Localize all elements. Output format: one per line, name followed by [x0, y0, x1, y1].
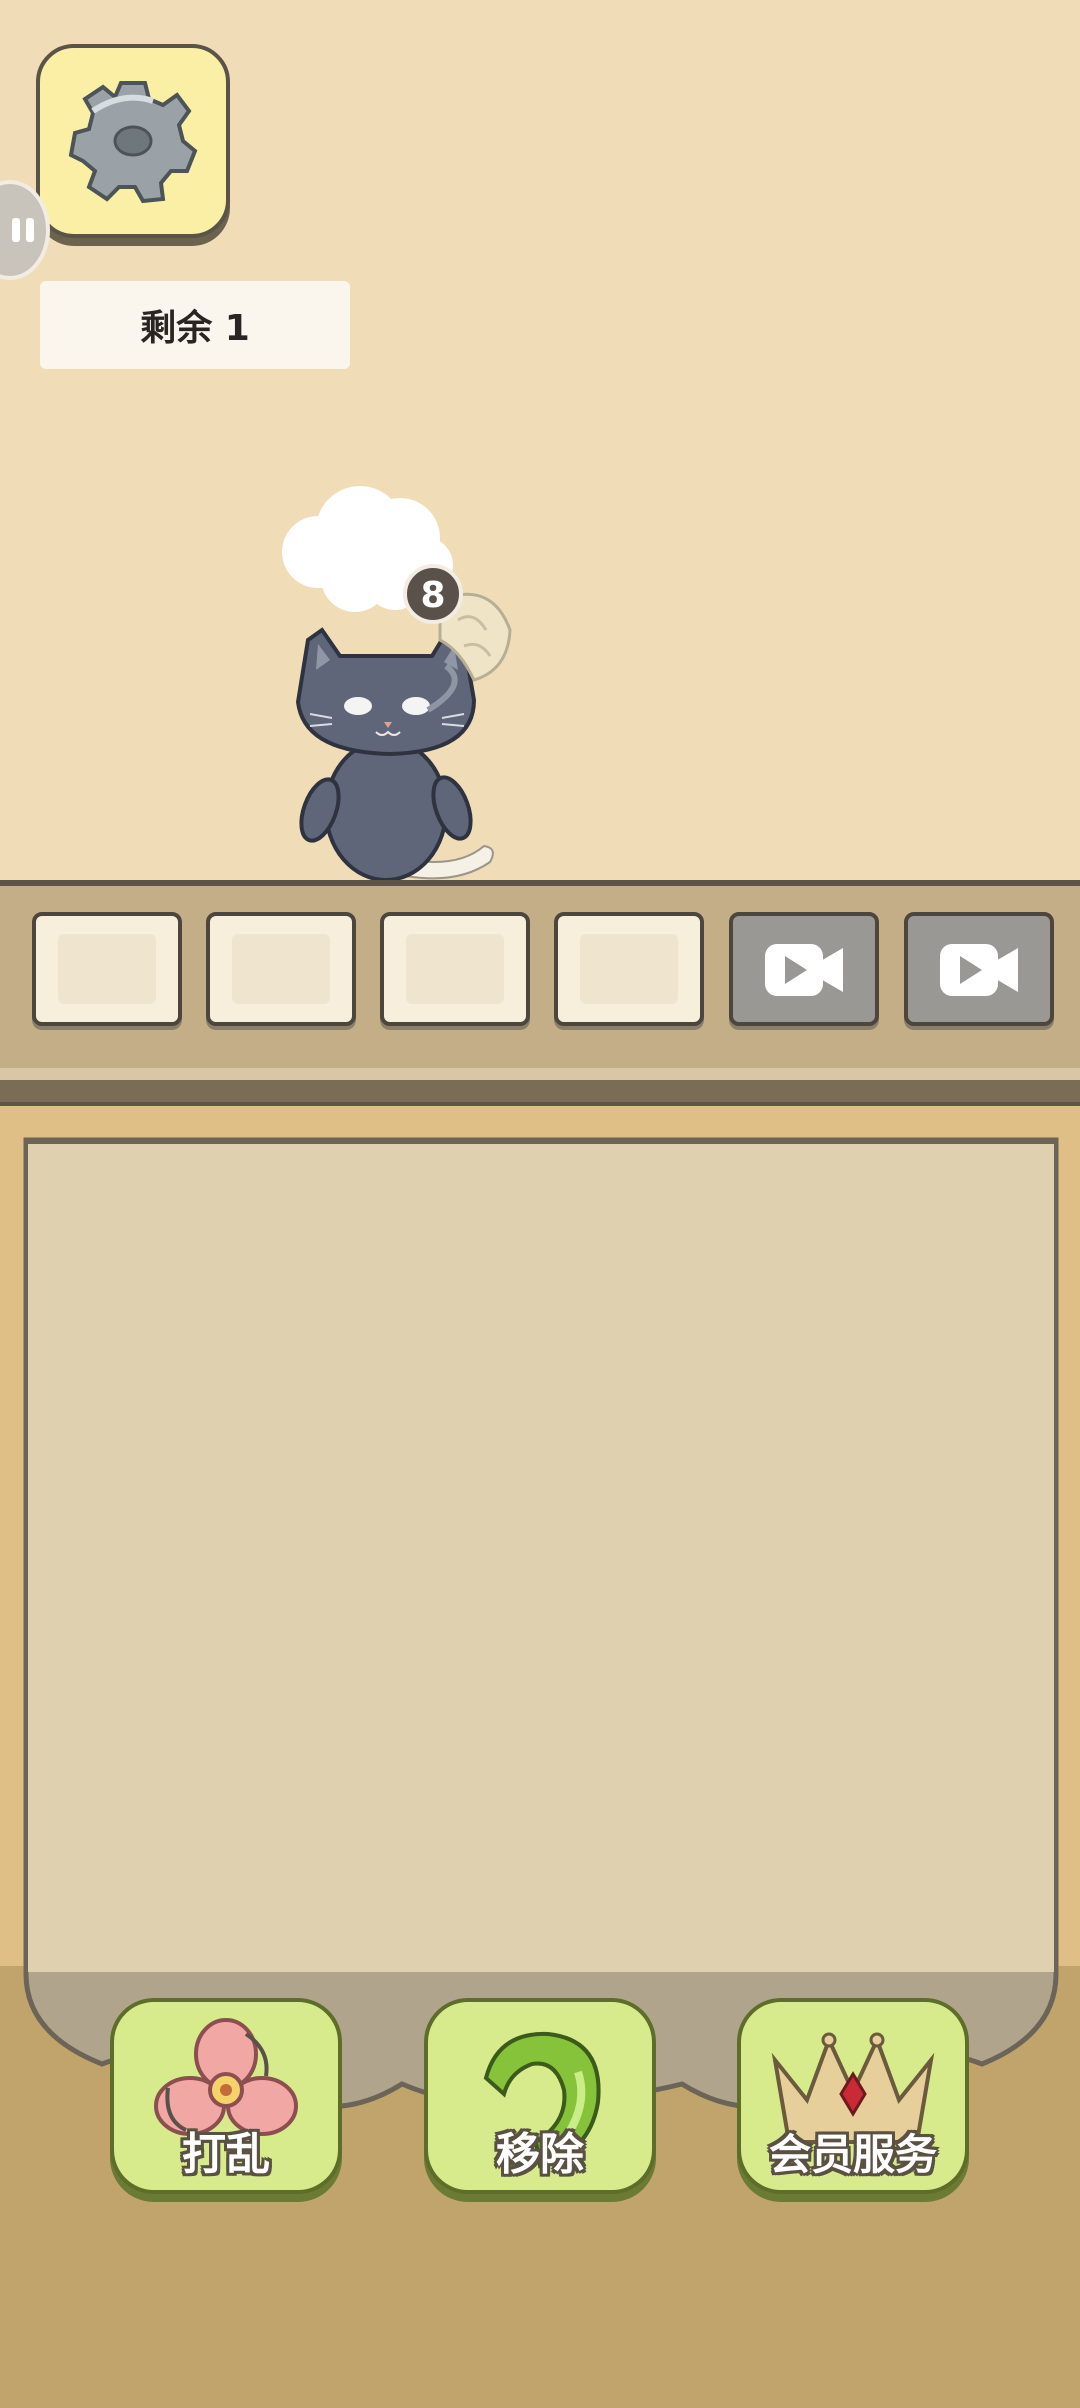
shuffle-button[interactable]: 打乱: [110, 1998, 342, 2194]
slot-empty[interactable]: [380, 912, 530, 1026]
video-camera-icon: [940, 944, 1018, 996]
remove-button[interactable]: 移除: [424, 1998, 656, 2194]
slot-empty[interactable]: [32, 912, 182, 1026]
count-badge: 8: [403, 564, 463, 624]
vip-service-button[interactable]: 会员服务: [737, 1998, 969, 2194]
remove-label: 移除: [496, 2129, 584, 2180]
remaining-counter: 剩余 1: [40, 281, 350, 369]
slot-locked-watch-video[interactable]: [729, 912, 879, 1026]
slot-locked-watch-video[interactable]: [904, 912, 1054, 1026]
settings-button[interactable]: [36, 44, 230, 238]
shelf-base: [0, 1080, 1080, 1106]
slot-empty[interactable]: [206, 912, 356, 1026]
slot-empty[interactable]: [554, 912, 704, 1026]
vip-service-label: 会员服务: [768, 2130, 937, 2179]
count-badge-number: 8: [420, 575, 445, 616]
remaining-text: 剩余 1: [140, 308, 250, 349]
shuffle-label: 打乱: [182, 2129, 270, 2180]
shelf-lip: [0, 1068, 1080, 1080]
video-camera-icon: [765, 944, 843, 996]
pause-icon: [12, 218, 34, 242]
cat-character: 8: [260, 470, 540, 890]
gear-icon: [68, 81, 198, 204]
